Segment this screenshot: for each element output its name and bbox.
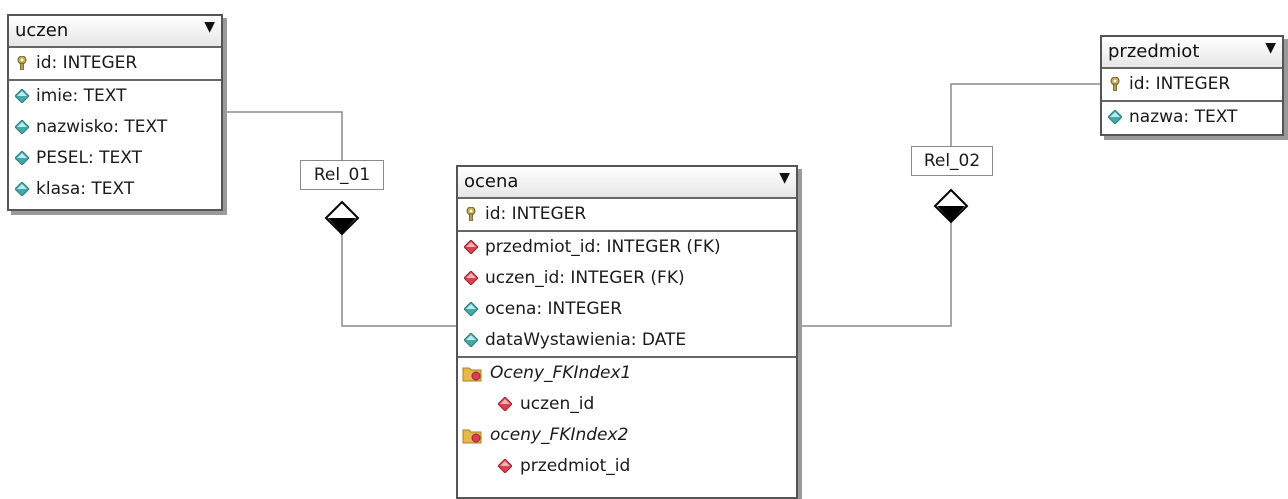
column-label: PESEL: TEXT [36, 148, 142, 168]
attribute-icon [464, 302, 478, 316]
index-row[interactable]: Oceny_FKIndex1 [458, 358, 796, 389]
key-icon [466, 207, 476, 221]
index-column-label: przedmiot_id [520, 456, 631, 476]
rel-02-line-lower [796, 222, 952, 327]
attribute-icon [15, 182, 29, 196]
table-row[interactable]: id: INTEGER [458, 199, 796, 232]
attribute-icon [15, 120, 29, 134]
index-name: Oceny_FKIndex1 [490, 363, 632, 383]
index-folder-icon [462, 429, 482, 444]
table-header[interactable]: przedmiot ▼ [1102, 37, 1282, 69]
rel-01-line-lower [341, 235, 456, 327]
rel-02-line [950, 83, 1100, 146]
table-row[interactable]: imie: TEXT [9, 81, 221, 112]
table-row[interactable]: ocena: INTEGER [458, 294, 796, 325]
table-uczen[interactable]: uczen ▼ id: INTEGER imie: TEXT nazwisko:… [7, 14, 223, 211]
table-przedmiot[interactable]: przedmiot ▼ id: INTEGER nazwa: TEXT [1100, 35, 1284, 136]
table-row[interactable]: nazwa: TEXT [1102, 102, 1282, 133]
table-row[interactable]: uczen_id: INTEGER (FK) [458, 263, 796, 294]
column-label: dataWystawienia: DATE [485, 330, 687, 350]
table-title: przedmiot [1108, 41, 1200, 62]
column-label: nazwisko: TEXT [36, 117, 168, 137]
foreign-key-icon [498, 397, 512, 411]
table-row[interactable]: id: INTEGER [9, 48, 221, 81]
key-icon [1110, 77, 1120, 91]
column-label: klasa: TEXT [36, 179, 135, 199]
attribute-icon [15, 89, 29, 103]
foreign-key-icon [464, 240, 478, 254]
column-label: id: INTEGER [1129, 74, 1231, 94]
table-ocena[interactable]: ocena ▼ id: INTEGER przedmiot_id: INTEGE… [456, 165, 798, 499]
column-label: imie: TEXT [36, 86, 127, 106]
column-label: uczen_id: INTEGER (FK) [485, 268, 685, 288]
foreign-key-icon [498, 459, 512, 473]
rel-01-diamond-icon [324, 200, 360, 236]
table-title: ocena [464, 171, 519, 192]
column-label: przedmiot_id: INTEGER (FK) [485, 237, 721, 257]
rel-02-label[interactable]: Rel_02 [911, 146, 993, 176]
index-column-row[interactable]: uczen_id [458, 389, 796, 420]
table-row[interactable]: PESEL: TEXT [9, 143, 221, 174]
index-name: oceny_FKIndex2 [490, 425, 629, 445]
attribute-icon [464, 333, 478, 347]
column-label: id: INTEGER [36, 53, 138, 73]
table-header[interactable]: uczen ▼ [9, 16, 221, 48]
rel-01-line [222, 111, 343, 160]
table-row[interactable]: przedmiot_id: INTEGER (FK) [458, 232, 796, 263]
key-icon [17, 56, 27, 70]
column-label: nazwa: TEXT [1129, 107, 1238, 127]
chevron-down-icon[interactable]: ▼ [204, 19, 215, 35]
rel-02-diamond-icon [933, 188, 969, 224]
chevron-down-icon[interactable]: ▼ [1265, 40, 1276, 56]
index-column-row[interactable]: przedmiot_id [458, 451, 796, 482]
table-title: uczen [15, 20, 69, 41]
table-row[interactable]: dataWystawienia: DATE [458, 325, 796, 358]
index-column-label: uczen_id [520, 394, 595, 414]
index-folder-icon [462, 367, 482, 382]
foreign-key-icon [464, 271, 478, 285]
table-row[interactable]: id: INTEGER [1102, 69, 1282, 102]
table-header[interactable]: ocena ▼ [458, 167, 796, 199]
attribute-icon [15, 151, 29, 165]
rel-01-label[interactable]: Rel_01 [300, 160, 384, 190]
table-row[interactable]: nazwisko: TEXT [9, 112, 221, 143]
column-label: id: INTEGER [485, 204, 587, 224]
attribute-icon [1108, 110, 1122, 124]
index-row[interactable]: oceny_FKIndex2 [458, 420, 796, 451]
table-row[interactable]: klasa: TEXT [9, 174, 221, 205]
column-label: ocena: INTEGER [485, 299, 623, 319]
chevron-down-icon[interactable]: ▼ [779, 170, 790, 186]
